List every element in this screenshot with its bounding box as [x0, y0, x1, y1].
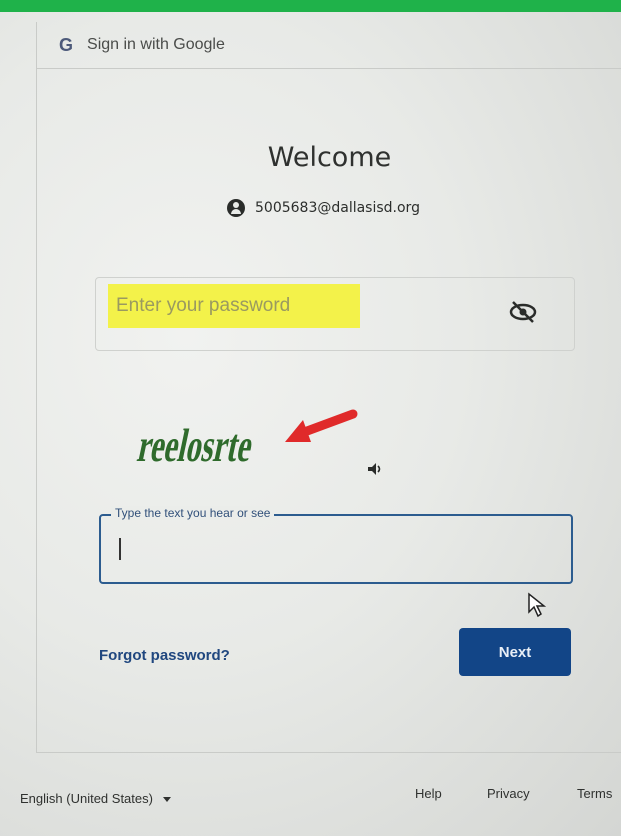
account-email: 5005683@dallasisd.org [255, 200, 420, 216]
text-caret [119, 538, 121, 560]
next-button[interactable]: Next [459, 628, 571, 676]
eye-off-icon[interactable] [508, 300, 538, 324]
captcha-input[interactable] [115, 530, 559, 568]
footer: English (United States) Help Privacy Ter… [0, 776, 621, 816]
account-chip[interactable]: 5005683@dallasisd.org [227, 194, 420, 222]
forgot-password-link[interactable]: Forgot password? [99, 647, 230, 664]
header-title: Sign in with Google [87, 36, 225, 53]
red-arrow-annotation [285, 409, 358, 442]
dropdown-caret-icon [162, 797, 171, 803]
help-link[interactable]: Help [415, 786, 442, 801]
account-circle-icon [227, 199, 245, 217]
speaker-icon[interactable] [367, 462, 383, 476]
language-label: English (United States) [20, 791, 153, 806]
welcome-heading: Welcome [267, 142, 392, 173]
terms-link[interactable]: Terms [577, 786, 612, 801]
mouse-cursor-icon [528, 592, 547, 618]
privacy-link[interactable]: Privacy [487, 786, 530, 801]
signin-window: G Sign in with Google Welcome 5005683@da… [36, 22, 621, 753]
captcha-field-label: Type the text you hear or see [111, 506, 275, 520]
password-field [95, 277, 575, 351]
language-selector[interactable]: English (United States) [20, 791, 171, 806]
captcha-text-field: Type the text you hear or see [99, 506, 573, 584]
captcha-text: reelosrte [135, 419, 258, 471]
window-header: G Sign in with Google [37, 22, 621, 69]
google-logo-icon: G [59, 34, 74, 55]
top-green-bar [0, 0, 621, 12]
captcha-image: reelosrte [135, 419, 258, 471]
password-input[interactable] [108, 284, 360, 328]
